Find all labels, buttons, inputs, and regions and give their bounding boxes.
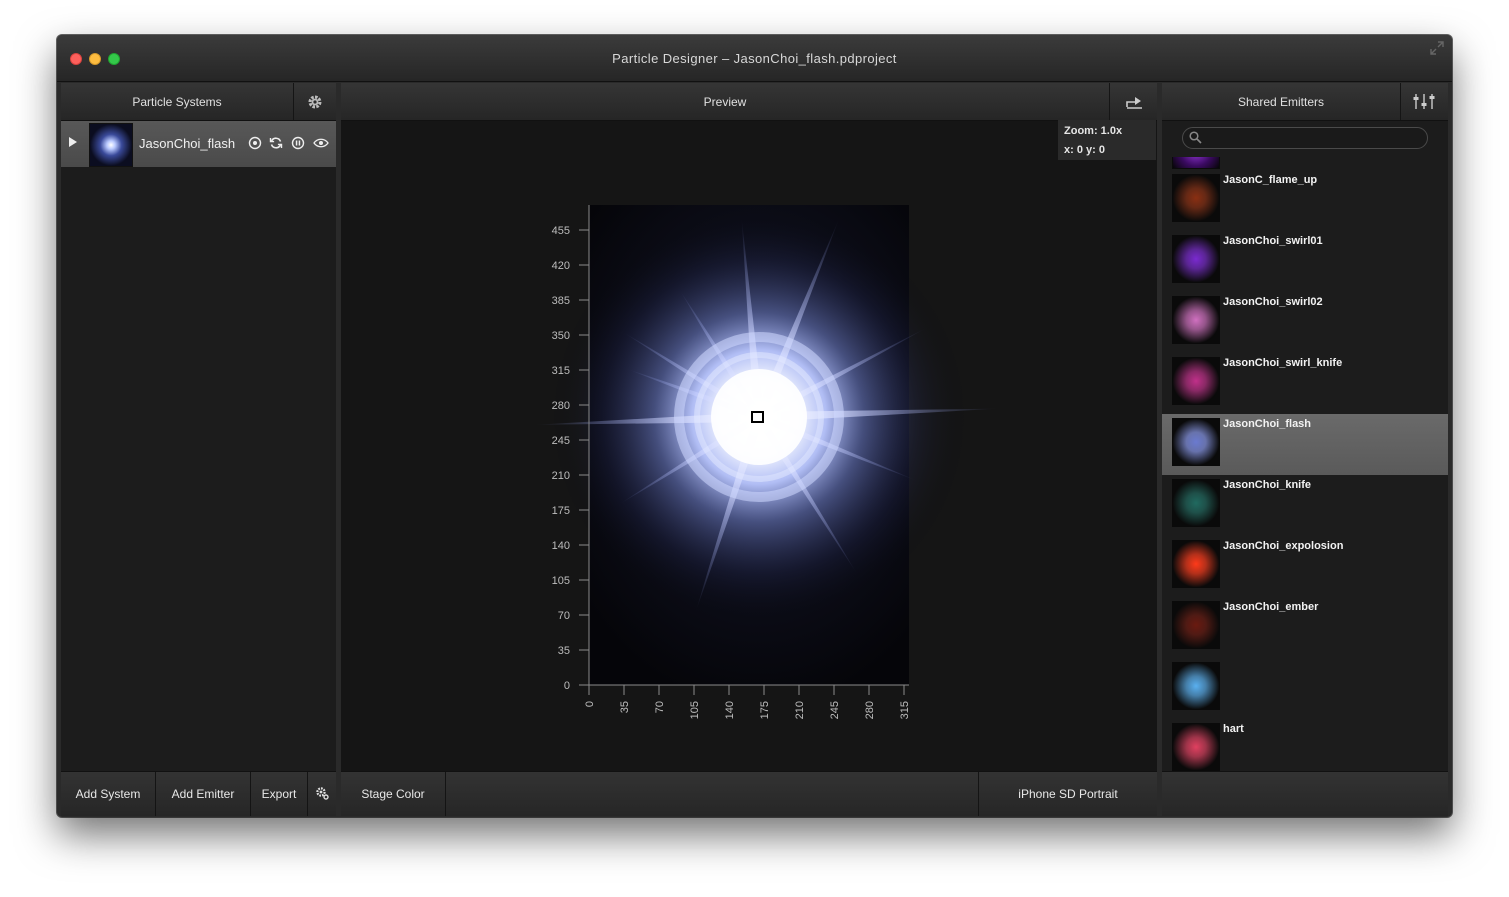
particle-systems-header: Particle Systems [61, 83, 336, 121]
y-tick-label: 105 [552, 575, 570, 587]
emitter-item[interactable]: JasonChoi_knife [1162, 475, 1448, 536]
y-tick-label: 70 [558, 610, 570, 622]
emitter-item[interactable] [1162, 658, 1448, 719]
y-tick-label: 210 [552, 470, 570, 482]
emitter-name: JasonChoi_flash [1223, 418, 1312, 430]
y-tick-label: 315 [552, 365, 570, 377]
emitter-item[interactable]: JasonC_flame_up [1162, 170, 1448, 231]
stage-color-button[interactable]: Stage Color [341, 772, 445, 816]
panel-title: Shared Emitters [1237, 95, 1325, 109]
emitter-name: JasonChoi_knife [1223, 479, 1312, 491]
system-name: JasonChoi_flash [139, 136, 236, 151]
x-axis: 0 35 70 105 140 175 210 245 280 315 [584, 684, 911, 719]
add-emitter-button[interactable]: Add Emitter [156, 772, 250, 816]
shared-emitters-header: Shared Emitters [1162, 83, 1448, 121]
reset-icon[interactable] [269, 136, 283, 150]
x-tick-label: 70 [654, 701, 666, 713]
x-tick-label: 105 [689, 701, 701, 719]
partial-emitter-thumbnail[interactable] [1172, 157, 1220, 169]
right-footer [1162, 771, 1448, 816]
shared-emitters-panel: Shared Emitters JasonC_flame_up JasonChoi… [1162, 83, 1448, 816]
x-tick-label: 245 [829, 701, 841, 719]
y-tick-label: 0 [564, 680, 570, 692]
left-footer-toolbar: Add System Add Emitter Export [61, 771, 336, 816]
emitter-thumbnail [1172, 662, 1220, 710]
emitter-name: JasonChoi_expolosion [1223, 540, 1344, 552]
y-tick-label: 280 [552, 400, 570, 412]
x-tick-label: 0 [584, 701, 596, 707]
emitter-name: JasonChoi_swirl01 [1223, 235, 1323, 247]
filter-sliders-icon[interactable] [1413, 93, 1435, 110]
pause-icon[interactable] [291, 136, 305, 150]
x-tick-label: 280 [864, 701, 876, 719]
y-axis: 45542038535031528024521017514010570350 [552, 205, 590, 692]
y-tick-label: 455 [552, 225, 570, 237]
title-bar: Particle Designer – JasonChoi_flash.pdpr… [57, 35, 1452, 82]
emitter-name: JasonChoi_ember [1223, 601, 1319, 613]
emitter-item[interactable]: JasonChoi_flash [1162, 414, 1448, 475]
target-icon[interactable] [248, 136, 262, 150]
preview-panel: Preview Zoom: 1.0x x: 0 y: 0 455 420 385… [341, 83, 1157, 816]
emitter-thumbnail [1172, 235, 1220, 283]
emitter-thumbnail [1172, 418, 1220, 466]
y-tick-label: 350 [552, 330, 570, 342]
emitter-item[interactable]: JasonChoi_swirl01 [1162, 231, 1448, 292]
y-tick-label: 420 [552, 260, 570, 272]
emitter-item[interactable]: JasonChoi_swirl02 [1162, 292, 1448, 353]
x-tick-label: 175 [759, 701, 771, 719]
y-tick-label: 175 [552, 505, 570, 517]
emitter-item[interactable]: JasonChoi_ember [1162, 597, 1448, 658]
window-title: Particle Designer – JasonChoi_flash.pdpr… [612, 51, 897, 66]
system-thumbnail [89, 123, 133, 167]
stage-rulers: 45542038535031528024521017514010570350 0… [552, 205, 911, 719]
y-tick-label: 385 [552, 295, 570, 307]
emitter-thumbnail [1172, 540, 1220, 588]
y-tick-label: 245 [552, 435, 570, 447]
x-tick-label: 315 [899, 701, 911, 719]
emitter-thumbnail [1172, 296, 1220, 344]
emitter-thumbnail [1172, 479, 1220, 527]
x-tick-label: 35 [619, 701, 631, 713]
visibility-eye-icon[interactable] [313, 136, 329, 150]
x-tick-label: 210 [794, 701, 806, 719]
export-button[interactable]: Export [251, 772, 307, 816]
device-selector-button[interactable]: iPhone SD Portrait [979, 772, 1157, 816]
export-settings-gear-icon[interactable] [315, 786, 329, 800]
y-tick-label: 140 [552, 540, 570, 552]
emitter-name: JasonC_flame_up [1223, 174, 1318, 186]
app-window: Particle Designer – JasonChoi_flash.pdpr… [57, 35, 1452, 817]
x-tick-label: 140 [724, 701, 736, 719]
particle-system-row[interactable]: JasonChoi_flash [61, 121, 336, 167]
emitter-item[interactable]: hart [1162, 719, 1448, 771]
search-icon [1189, 131, 1202, 144]
shared-emitter-list[interactable]: JasonC_flame_up JasonChoi_swirl01 JasonCho… [1162, 157, 1448, 771]
particle-systems-panel: Particle Systems JasonChoi_flash Add Sys… [61, 83, 336, 816]
emitter-thumbnail [1172, 601, 1220, 649]
emitter-name: JasonChoi_swirl_knife [1223, 357, 1343, 369]
fullscreen-icon[interactable] [1430, 41, 1444, 55]
settings-gear-icon[interactable] [307, 94, 323, 110]
preview-footer-toolbar: Stage Color iPhone SD Portrait [341, 771, 1157, 816]
add-system-button[interactable]: Add System [61, 772, 155, 816]
panel-title: Particle Systems [132, 95, 222, 109]
emitter-thumbnail [1172, 723, 1220, 771]
emitter-search-input[interactable] [1182, 127, 1428, 149]
emitter-thumbnail [1172, 357, 1220, 405]
emitter-name: hart [1223, 723, 1244, 735]
emitter-item[interactable]: JasonChoi_swirl_knife [1162, 353, 1448, 414]
emitter-name: JasonChoi_swirl02 [1223, 296, 1323, 308]
emitter-thumbnail [1172, 174, 1220, 222]
emitter-item[interactable]: JasonChoi_expolosion [1162, 536, 1448, 597]
expand-triangle-icon[interactable] [69, 137, 77, 147]
y-tick-label: 35 [558, 645, 570, 657]
